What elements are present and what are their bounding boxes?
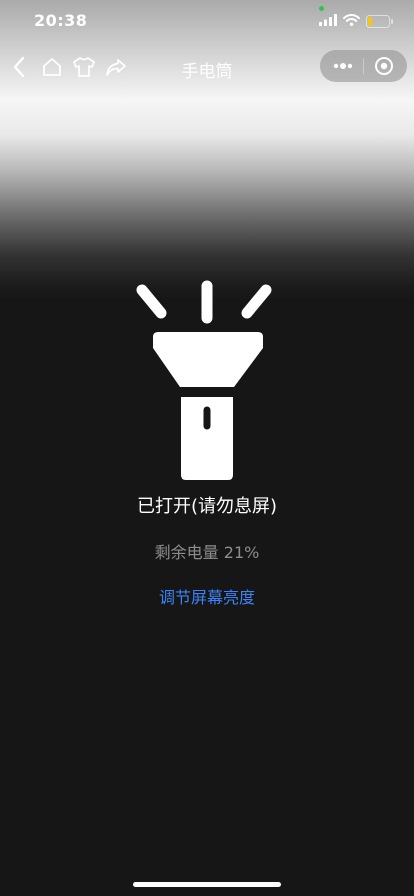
status-time: 20:38	[34, 11, 88, 30]
signal-icon	[319, 14, 337, 26]
light-glow	[0, 0, 414, 300]
home-indicator[interactable]	[133, 882, 281, 887]
more-icon[interactable]	[332, 59, 354, 73]
status-bar: 20:38	[0, 0, 414, 44]
camera-indicator-icon	[319, 6, 324, 11]
flashlight-icon[interactable]	[132, 278, 282, 483]
remaining-battery-text: 剩余电量 21%	[154, 543, 260, 562]
flashlight-page: 20:38 手电筒 已打开(请勿息屏) 剩余电量 21% 调节屏幕亮度	[0, 0, 414, 896]
close-icon[interactable]	[374, 56, 394, 76]
flashlight-status-text: 已打开(请勿息屏)	[136, 496, 278, 517]
mini-program-capsule	[320, 50, 407, 82]
wifi-icon	[343, 14, 360, 26]
adjust-brightness-link[interactable]: 调节屏幕亮度	[0, 584, 414, 608]
battery-icon	[366, 15, 393, 28]
capsule-divider	[363, 58, 364, 74]
